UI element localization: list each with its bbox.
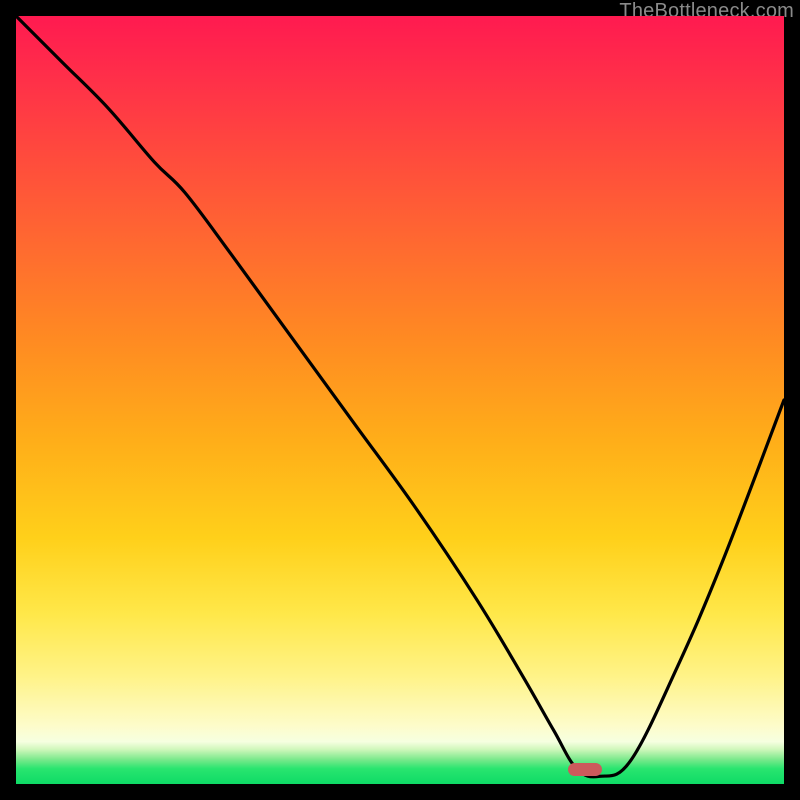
bottleneck-curve — [16, 16, 784, 784]
optimal-region-marker — [568, 763, 602, 776]
chart-container: TheBottleneck.com — [0, 0, 800, 800]
plot-area — [16, 16, 784, 784]
